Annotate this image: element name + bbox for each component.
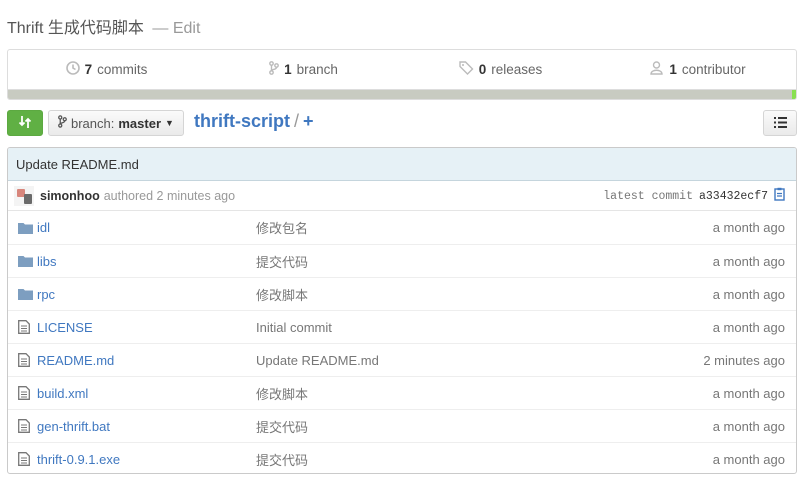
commits-label: commits [97, 62, 148, 77]
contributors-count: 1 [669, 62, 677, 77]
file-age: a month ago [712, 451, 785, 467]
description-text: Thrift 生成代码脚本 [7, 20, 144, 37]
file-age: a month ago [712, 253, 785, 269]
repo-summary: 7 commits 1 branch 0 releases 1 contribu… [7, 49, 797, 100]
branches-count: 1 [284, 62, 292, 77]
file-text-icon [18, 320, 33, 334]
file-row: libs 提交代码 a month ago [8, 244, 796, 277]
chevron-down-icon: ▼ [165, 118, 174, 128]
commits-link[interactable]: 7 commits [8, 61, 205, 78]
file-name-link[interactable]: build.xml [37, 386, 252, 401]
file-age: a month ago [712, 385, 785, 401]
tag-icon [459, 61, 474, 78]
file-row: idl 修改包名 a month ago [8, 211, 796, 244]
language-bar[interactable] [8, 89, 796, 99]
organization-icon [649, 61, 664, 78]
list-view-button[interactable] [763, 110, 797, 136]
file-commit-message-link[interactable]: 提交代码 [256, 417, 308, 436]
file-directory-icon [18, 222, 33, 234]
releases-link[interactable]: 0 releases [402, 61, 599, 78]
compare-icon [18, 115, 32, 132]
history-icon [65, 61, 80, 78]
file-navigation: Update README.md simonhoo authored 2 min… [7, 147, 797, 474]
breadcrumb-separator: / [294, 111, 300, 131]
contributors-link[interactable]: 1 contributor [599, 61, 796, 78]
repo-description: Thrift 生成代码脚本 — Edit [7, 14, 200, 38]
file-text-icon [18, 452, 33, 466]
commit-meta: simonhoo authored 2 minutes ago latest c… [8, 181, 796, 211]
file-age: a month ago [712, 418, 785, 434]
file-row: rpc 修改脚本 a month ago [8, 277, 796, 310]
breadcrumb-repo-link[interactable]: thrift-script [194, 111, 290, 131]
commit-sha-area: latest commit a33432ecf7 [603, 181, 786, 211]
branch-icon [269, 61, 279, 78]
file-text-icon [18, 386, 33, 400]
file-commit-message-link[interactable]: 提交代码 [256, 252, 308, 271]
file-name-link[interactable]: thrift-0.9.1.exe [37, 452, 252, 467]
file-list: idl 修改包名 a month ago libs 提交代码 a month ago rpc… [8, 211, 796, 473]
file-age: a month ago [712, 286, 785, 302]
file-age: a month ago [712, 220, 785, 235]
commit-message-link[interactable]: Update README.md [16, 157, 139, 172]
file-row: README.md Update README.md 2 minutes ago [8, 343, 796, 376]
breadcrumb: thrift-script / + [194, 111, 314, 132]
compare-button[interactable] [7, 110, 43, 136]
latest-commit-label: latest commit [603, 189, 693, 203]
branch-prefix: branch: [71, 115, 115, 131]
branch-name: master [118, 115, 162, 131]
file-row: build.xml 修改脚本 a month ago [8, 376, 796, 409]
commit-author[interactable]: simonhoo [40, 189, 100, 203]
file-directory-icon [18, 288, 33, 300]
commit-sha-link[interactable]: a33432ecf7 [699, 190, 768, 203]
file-name-link[interactable]: idl [37, 220, 252, 235]
language-bar-segment [792, 90, 796, 99]
file-age: a month ago [712, 319, 785, 335]
releases-count: 0 [478, 62, 487, 77]
releases-label: releases [491, 62, 543, 77]
new-file-link[interactable]: + [303, 111, 314, 131]
file-text-icon [18, 419, 33, 433]
file-commit-message-link[interactable]: Update README.md [256, 353, 379, 368]
file-commit-message-link[interactable]: Initial commit [256, 320, 332, 335]
file-directory-icon [18, 255, 33, 267]
file-commit-message-link[interactable]: 修改脚本 [256, 285, 308, 304]
list-unordered-icon [773, 116, 787, 131]
commit-authored-time: authored 2 minutes ago [103, 188, 236, 203]
branch-select-button[interactable]: branch: master ▼ [48, 110, 184, 136]
file-text-icon [18, 353, 33, 367]
file-commit-message-link[interactable]: 修改包名 [256, 218, 308, 237]
file-name-link[interactable]: LICENSE [37, 320, 252, 335]
file-name-link[interactable]: README.md [37, 353, 252, 368]
latest-commit-message: Update README.md [8, 148, 796, 181]
file-name-link[interactable]: libs [37, 254, 252, 269]
file-row: LICENSE Initial commit a month ago [8, 310, 796, 343]
branches-link[interactable]: 1 branch [205, 61, 402, 78]
edit-description-link[interactable]: Edit [173, 20, 201, 37]
avatar[interactable] [14, 185, 34, 206]
file-row: gen-thrift.bat 提交代码 a month ago [8, 409, 796, 442]
commits-count: 7 [84, 62, 93, 77]
contributors-label: contributor [681, 62, 746, 77]
file-name-link[interactable]: rpc [37, 287, 252, 302]
file-commit-message-link[interactable]: 修改脚本 [256, 384, 308, 403]
branch-icon [58, 115, 67, 131]
branches-label: branch [296, 62, 338, 77]
file-commit-message-link[interactable]: 提交代码 [256, 450, 308, 469]
description-dash: — [152, 20, 169, 37]
file-age: 2 minutes ago [703, 352, 785, 368]
file-name-link[interactable]: gen-thrift.bat [37, 419, 252, 434]
clippy-icon[interactable] [774, 187, 786, 205]
file-row: thrift-0.9.1.exe 提交代码 a month ago [8, 442, 796, 473]
